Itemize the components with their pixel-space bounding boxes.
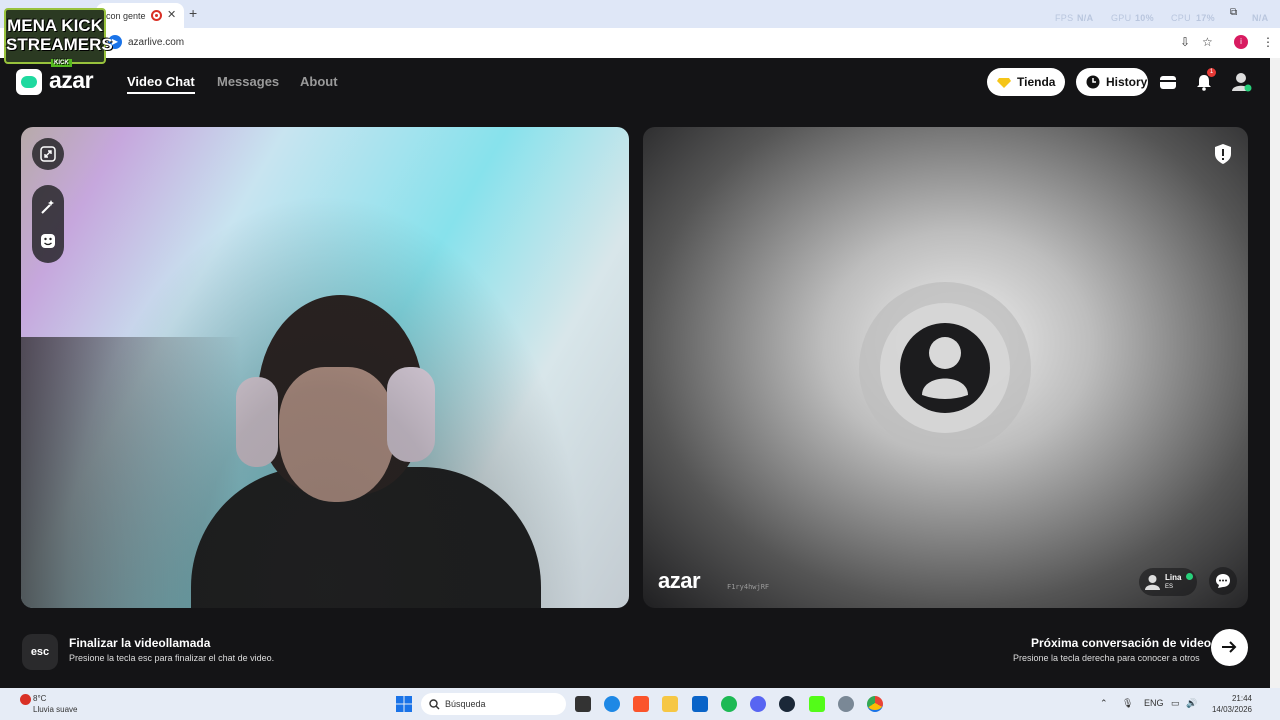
nav-about[interactable]: About	[300, 74, 338, 89]
remote-session-id: F1ry4hwjRF	[727, 583, 770, 591]
fps-label: FPS	[1055, 13, 1074, 23]
browser-tab[interactable]: con gente ✕	[96, 3, 184, 28]
clock-time: 21:44	[1231, 694, 1252, 703]
new-tab-button[interactable]: +	[189, 5, 197, 21]
azar-logo-text: azar	[49, 67, 94, 93]
magic-wand-icon[interactable]	[40, 199, 56, 215]
online-status-icon	[1186, 573, 1193, 580]
search-placeholder: Búsqueda	[445, 699, 486, 709]
remote-azar-logo: azar	[658, 568, 701, 593]
report-shield-icon[interactable]	[1214, 144, 1232, 164]
remote-avatar	[900, 323, 990, 413]
language-indicator[interactable]: ENG	[1144, 698, 1164, 708]
inbox-icon[interactable]	[1158, 72, 1178, 92]
chat-bubble-icon	[1216, 574, 1230, 588]
network-icon[interactable]: ▭	[1171, 698, 1180, 709]
chat-button[interactable]	[1209, 567, 1237, 595]
remote-user-avatar-icon	[1145, 575, 1160, 590]
fps-value: N/A	[1077, 13, 1094, 23]
edge-icon[interactable]	[604, 696, 620, 712]
store-label: Tienda	[1017, 75, 1056, 89]
kick-icon[interactable]	[809, 696, 825, 712]
arrow-right-icon	[1222, 641, 1237, 653]
discord-icon[interactable]	[750, 696, 766, 712]
expand-button[interactable]	[32, 138, 64, 170]
search-icon	[429, 699, 440, 710]
store-app-icon[interactable]	[692, 696, 708, 712]
remote-user-country: ES	[1165, 584, 1174, 590]
restore-window-icon[interactable]: ⧉	[1230, 7, 1237, 18]
next-chat-title: Próxima conversación de video	[1031, 636, 1212, 650]
chrome-icon[interactable]	[867, 696, 883, 712]
task-view-icon[interactable]	[575, 696, 591, 712]
video-vignette	[21, 127, 629, 608]
notification-badge: 1	[1207, 68, 1216, 77]
local-video-panel	[21, 127, 629, 608]
recording-icon	[151, 10, 162, 21]
windows-start-icon[interactable]	[396, 696, 412, 712]
bookmark-star-icon[interactable]: ☆	[1202, 35, 1213, 49]
remote-user-chip[interactable]: Lina ES	[1139, 568, 1197, 596]
close-tab-icon[interactable]: ✕	[167, 8, 176, 21]
address-bar: ▶ azarlive.com ⇩ ☆ i ⋮	[0, 28, 1280, 58]
profile-avatar[interactable]: i	[1234, 35, 1248, 49]
gpu-label: GPU	[1111, 13, 1132, 23]
taskbar-search[interactable]: Búsqueda	[421, 693, 566, 715]
remote-video-panel: azar F1ry4hwjRF Lina ES	[643, 127, 1248, 608]
remote-user-name: Lina	[1165, 573, 1182, 582]
face-sticker-icon[interactable]	[40, 233, 56, 249]
weather-widget[interactable]: 8°C Lluvia suave	[33, 693, 77, 715]
cpu-label: CPU	[1171, 13, 1191, 23]
person-placeholder-icon	[922, 337, 968, 399]
watermark-badge: KICK	[51, 59, 72, 67]
weather-icon	[20, 694, 31, 705]
gpu-value: 10%	[1135, 13, 1154, 23]
azar-logo-icon	[16, 69, 42, 95]
expand-icon	[40, 146, 56, 162]
brave-icon[interactable]	[633, 696, 649, 712]
spotify-icon[interactable]	[721, 696, 737, 712]
gem-icon	[997, 78, 1011, 88]
end-call-hint: Presione la tecla esc para finalizar el …	[69, 653, 275, 663]
cpu-value: 17%	[1196, 13, 1215, 23]
stream-watermark-logo: MENA KICK STREAMERS KICK	[4, 8, 113, 67]
history-button[interactable]: History	[1076, 68, 1148, 96]
url-field[interactable]: azarlive.com	[128, 37, 184, 48]
settings-gear-icon[interactable]	[838, 696, 854, 712]
esc-key-button[interactable]: esc	[22, 634, 58, 670]
microphone-icon[interactable]: 🎙	[1122, 698, 1133, 709]
weather-temp: 8°C	[33, 694, 47, 703]
browser-chrome: con gente ✕ + FPS N/A GPU 10% CPU 17% ⧉ …	[0, 0, 1280, 58]
azar-logo[interactable]: azar	[16, 67, 108, 95]
next-chat-hint: Presione la tecla derecha para conocer a…	[1013, 653, 1200, 663]
nav-messages[interactable]: Messages	[217, 74, 279, 89]
steam-icon[interactable]	[779, 696, 795, 712]
effects-toolbar	[32, 185, 64, 263]
taskbar-clock[interactable]: 21:44 14/03/2026	[1206, 693, 1252, 715]
file-explorer-icon[interactable]	[662, 696, 678, 712]
end-call-title: Finalizar la videollamada	[69, 636, 211, 650]
browser-menu-icon[interactable]: ⋮	[1262, 35, 1274, 49]
install-app-icon[interactable]: ⇩	[1180, 35, 1190, 49]
windows-taskbar: 8°C Lluvia suave Búsqueda ⌃ 🎙 ENG ▭ 🔊 21…	[0, 688, 1280, 720]
tab-title: con gente	[106, 11, 146, 21]
store-button[interactable]: Tienda	[987, 68, 1065, 96]
weather-desc: Lluvia suave	[33, 705, 78, 714]
watermark-line2: STREAMERS	[6, 35, 113, 54]
nav-video-chat[interactable]: Video Chat	[127, 74, 195, 94]
watermark-line1: MENA KICK	[7, 16, 103, 35]
azar-page: azar Video Chat Messages About Tienda Hi…	[0, 58, 1270, 688]
volume-icon[interactable]: 🔊	[1186, 698, 1197, 709]
extra-value: N/A	[1252, 13, 1269, 23]
clock-date: 14/03/2026	[1211, 705, 1252, 714]
history-label: History	[1106, 75, 1148, 89]
tab-strip: con gente ✕ + FPS N/A GPU 10% CPU 17% ⧉ …	[0, 0, 1280, 28]
tray-overflow-icon[interactable]: ⌃	[1100, 698, 1108, 709]
next-chat-button[interactable]	[1211, 629, 1248, 666]
user-avatar-icon[interactable]	[1230, 70, 1252, 92]
clock-icon	[1086, 75, 1100, 89]
page-scrollbar[interactable]	[1270, 58, 1280, 688]
